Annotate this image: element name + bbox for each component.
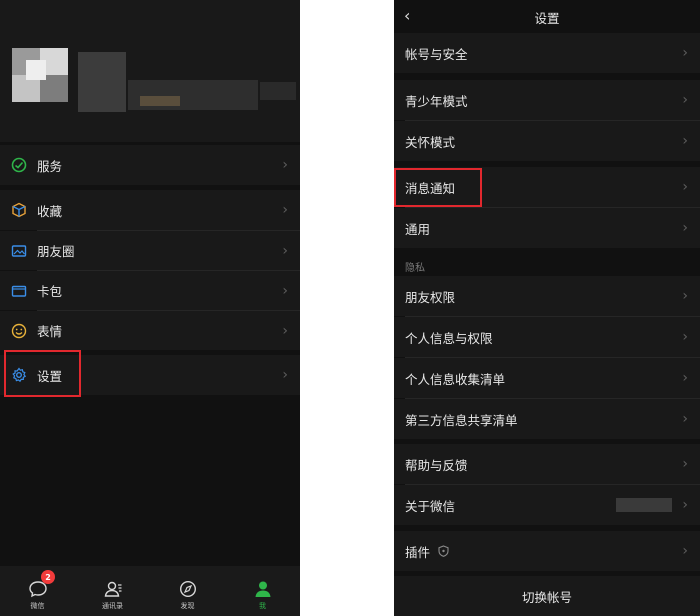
cube-icon: [10, 201, 28, 219]
picture-icon: [10, 242, 28, 260]
settings-label: 关于微信: [405, 498, 456, 514]
settings-item-personal-info-permissions[interactable]: 个人信息与权限 ›: [394, 317, 700, 357]
chevron-right-icon: ›: [682, 543, 688, 559]
switch-account-label: 切换帐号: [521, 589, 572, 605]
page-title: 设置: [534, 11, 560, 26]
chevron-right-icon: ›: [682, 329, 688, 345]
chevron-right-icon: ›: [282, 282, 288, 299]
settings-item-friend-permissions[interactable]: 朋友权限 ›: [394, 276, 700, 316]
settings-label: 插件: [405, 544, 431, 560]
unread-badge: 2: [41, 570, 55, 584]
settings-item-account-security[interactable]: 帐号与安全 ›: [394, 33, 700, 73]
compass-icon: [179, 580, 196, 598]
menu-item-cards[interactable]: 卡包 ›: [0, 271, 300, 310]
chevron-right-icon: ›: [282, 242, 288, 259]
settings-label: 第三方信息共享清单: [405, 412, 518, 428]
settings-item-about-wechat[interactable]: 关于微信 ›: [394, 485, 700, 525]
wallet-icon: [10, 282, 28, 300]
version-blurred: [616, 498, 673, 512]
section-header-privacy: 隐私: [405, 263, 425, 274]
menu-label-service: 服务: [37, 158, 63, 174]
contacts-icon: [104, 581, 121, 597]
settings-page: ‹ 设置 帐号与安全 › 青少年模式 › 关怀模式 › 消息通知 › 通用 › …: [394, 0, 700, 616]
shield-icon: [438, 545, 449, 557]
profile-header[interactable]: [0, 0, 300, 142]
settings-label: 个人信息与权限: [405, 330, 493, 346]
settings-item-third-party-sharing[interactable]: 第三方信息共享清单 ›: [394, 399, 700, 439]
service-icon: [10, 156, 28, 174]
settings-label: 个人信息收集清单: [405, 371, 506, 387]
profile-name-blurred: [78, 52, 126, 112]
tab-contacts[interactable]: 通讯录: [75, 566, 150, 616]
settings-item-general[interactable]: 通用 ›: [394, 208, 700, 248]
settings-item-help-feedback[interactable]: 帮助与反馈 ›: [394, 444, 700, 484]
settings-item-teen-mode[interactable]: 青少年模式 ›: [394, 80, 700, 120]
settings-item-personal-info-collection[interactable]: 个人信息收集清单 ›: [394, 358, 700, 398]
menu-label-favorites: 收藏: [37, 203, 63, 219]
tab-label-chats: 微信: [30, 602, 45, 610]
highlight-box: [4, 350, 81, 397]
chevron-right-icon: ›: [282, 367, 288, 383]
tab-label-contacts: 通讯录: [102, 602, 123, 610]
tab-label-me: 我: [259, 602, 266, 610]
bottom-tab-bar: 2 微信 通讯录 发现 我: [0, 566, 300, 616]
menu-label-moments: 朋友圈: [37, 244, 75, 259]
nav-bar: ‹ 设置: [394, 0, 700, 32]
chevron-right-icon: ›: [682, 220, 688, 236]
settings-label: 通用: [405, 221, 431, 237]
chevron-right-icon: ›: [682, 45, 688, 61]
settings-label: 朋友权限: [405, 289, 456, 305]
highlight-box: [394, 168, 482, 207]
menu-item-stickers[interactable]: 表情 ›: [0, 311, 300, 350]
chevron-right-icon: ›: [682, 179, 688, 195]
chevron-right-icon: ›: [682, 411, 688, 427]
settings-label: 帮助与反馈: [405, 457, 468, 473]
menu-label-cards: 卡包: [37, 284, 63, 299]
chevron-right-icon: ›: [682, 497, 688, 513]
settings-item-plugins[interactable]: 插件 ›: [394, 531, 700, 571]
menu-item-service[interactable]: 服务 ›: [0, 145, 300, 185]
chevron-right-icon: ›: [682, 92, 688, 108]
chevron-right-icon: ›: [282, 202, 288, 218]
menu-item-moments[interactable]: 朋友圈 ›: [0, 231, 300, 270]
tab-me[interactable]: 我: [225, 566, 300, 616]
settings-label: 帐号与安全: [405, 46, 468, 62]
smiley-icon: [10, 322, 28, 340]
settings-label: 青少年模式: [405, 93, 468, 109]
chevron-right-icon: ›: [282, 157, 288, 173]
tab-label-discover: 发现: [180, 602, 195, 610]
settings-item-care-mode[interactable]: 关怀模式 ›: [394, 121, 700, 161]
menu-label-stickers: 表情: [37, 324, 63, 339]
tab-chats[interactable]: 2 微信: [0, 566, 75, 616]
chevron-right-icon: ›: [682, 370, 688, 386]
chevron-right-icon: ›: [682, 456, 688, 472]
menu-item-favorites[interactable]: 收藏 ›: [0, 190, 300, 230]
settings-label: 关怀模式: [405, 134, 456, 150]
chevron-right-icon: ›: [682, 133, 688, 149]
switch-account-button[interactable]: 切换帐号: [394, 576, 700, 616]
chevron-right-icon: ›: [282, 322, 288, 339]
person-icon: [255, 581, 270, 597]
chevron-right-icon: ›: [682, 288, 688, 304]
avatar[interactable]: [12, 48, 68, 102]
me-page: 服务 › 收藏 › 朋友圈 › 卡包 › 表情 › 设置 › 2 微信 通讯录 …: [0, 0, 300, 616]
tab-discover[interactable]: 发现: [150, 566, 225, 616]
